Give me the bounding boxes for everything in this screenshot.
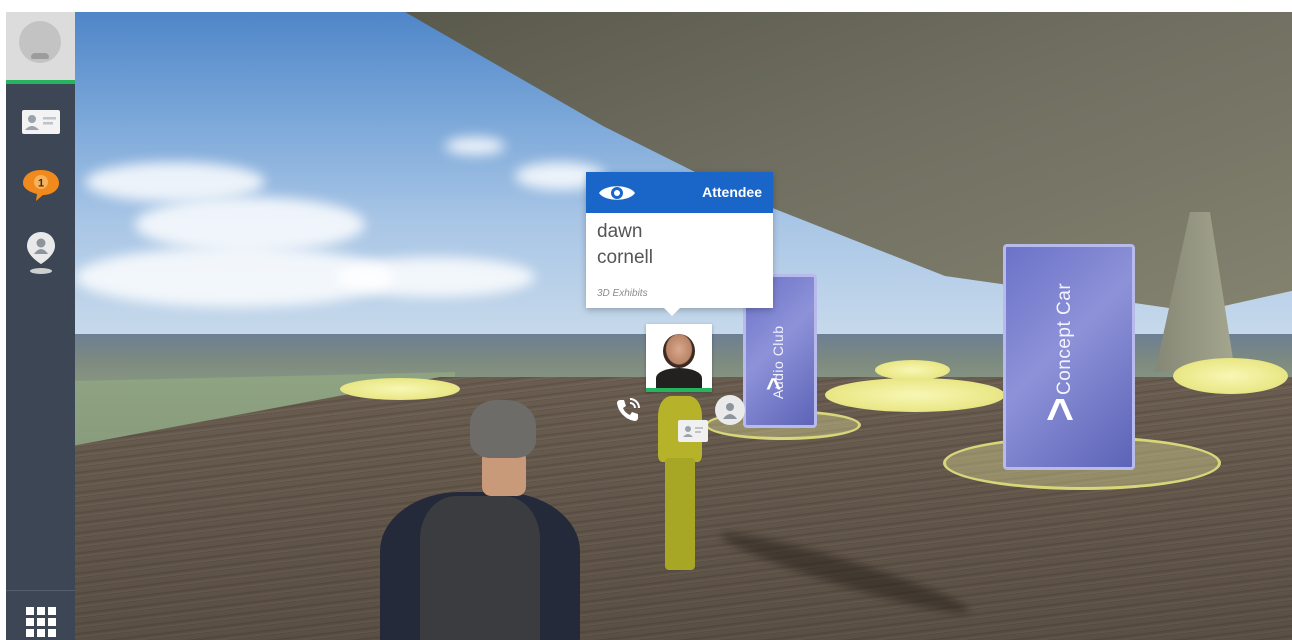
attendee-info-popup[interactable]: Attendee dawn cornell 3D Exhibits (586, 172, 773, 316)
spawn-pad[interactable] (1173, 358, 1288, 394)
attendee-first-name: dawn (597, 221, 643, 242)
attendee-face (663, 334, 695, 368)
attendee-location: 3D Exhibits (597, 288, 648, 299)
business-card-icon (21, 110, 60, 134)
popup-header: Attendee (586, 172, 773, 213)
business-card-icon (683, 426, 703, 437)
view-profile-button[interactable] (715, 395, 745, 425)
phone-call-icon (617, 398, 640, 421)
location-button[interactable] (6, 226, 75, 280)
attendee-photo[interactable] (646, 324, 712, 392)
exhibit-kiosk-concept-car[interactable]: Concept Car ^ (1003, 244, 1135, 470)
apps-grid-button[interactable] (6, 602, 75, 640)
chat-bubble-icon: 1 (22, 170, 59, 201)
user-icon (723, 403, 737, 419)
sidebar: 1 (6, 12, 75, 640)
attendee-role: Attendee (702, 184, 762, 200)
mustache-shape (31, 53, 49, 59)
kiosk-label-concept-car: Concept Car (1054, 282, 1075, 395)
notification-badge-count: 1 (37, 178, 43, 190)
call-button[interactable] (613, 395, 643, 425)
avatar-vest (420, 496, 540, 640)
cloud (445, 137, 505, 155)
exchange-card-button[interactable] (678, 420, 708, 442)
chevron-up-icon: ^ (1046, 390, 1075, 443)
spawn-pad[interactable] (825, 378, 1005, 412)
map-pin-icon (26, 232, 55, 274)
chevron-up-icon: ^ (766, 372, 782, 402)
3d-exhibit-scene[interactable]: Audio Club ^ Concept Car ^ Attendee dawn… (75, 12, 1292, 640)
virtual-event-window: 1 Audio Club ^ Concept Car ^ Attendee da… (6, 12, 1292, 640)
avatar-legs (665, 458, 695, 570)
notifications-button[interactable]: 1 (6, 158, 75, 212)
popup-pointer (664, 308, 680, 316)
player-avatar (380, 400, 580, 640)
grid-icon (25, 607, 56, 637)
attendee-name: dawn cornell (597, 219, 762, 271)
spawn-pad[interactable] (340, 378, 460, 400)
attendee-last-name: cornell (597, 247, 653, 268)
spawn-pad[interactable] (875, 360, 950, 380)
avatar-hair (470, 400, 536, 458)
sidebar-divider (6, 590, 75, 591)
cloud (335, 257, 535, 297)
eye-icon[interactable] (597, 181, 637, 205)
cloud (85, 162, 265, 202)
business-card-button[interactable] (6, 95, 75, 149)
attendee-shoulders (656, 368, 702, 388)
cloud (135, 197, 365, 252)
profile-avatar[interactable] (6, 12, 75, 84)
